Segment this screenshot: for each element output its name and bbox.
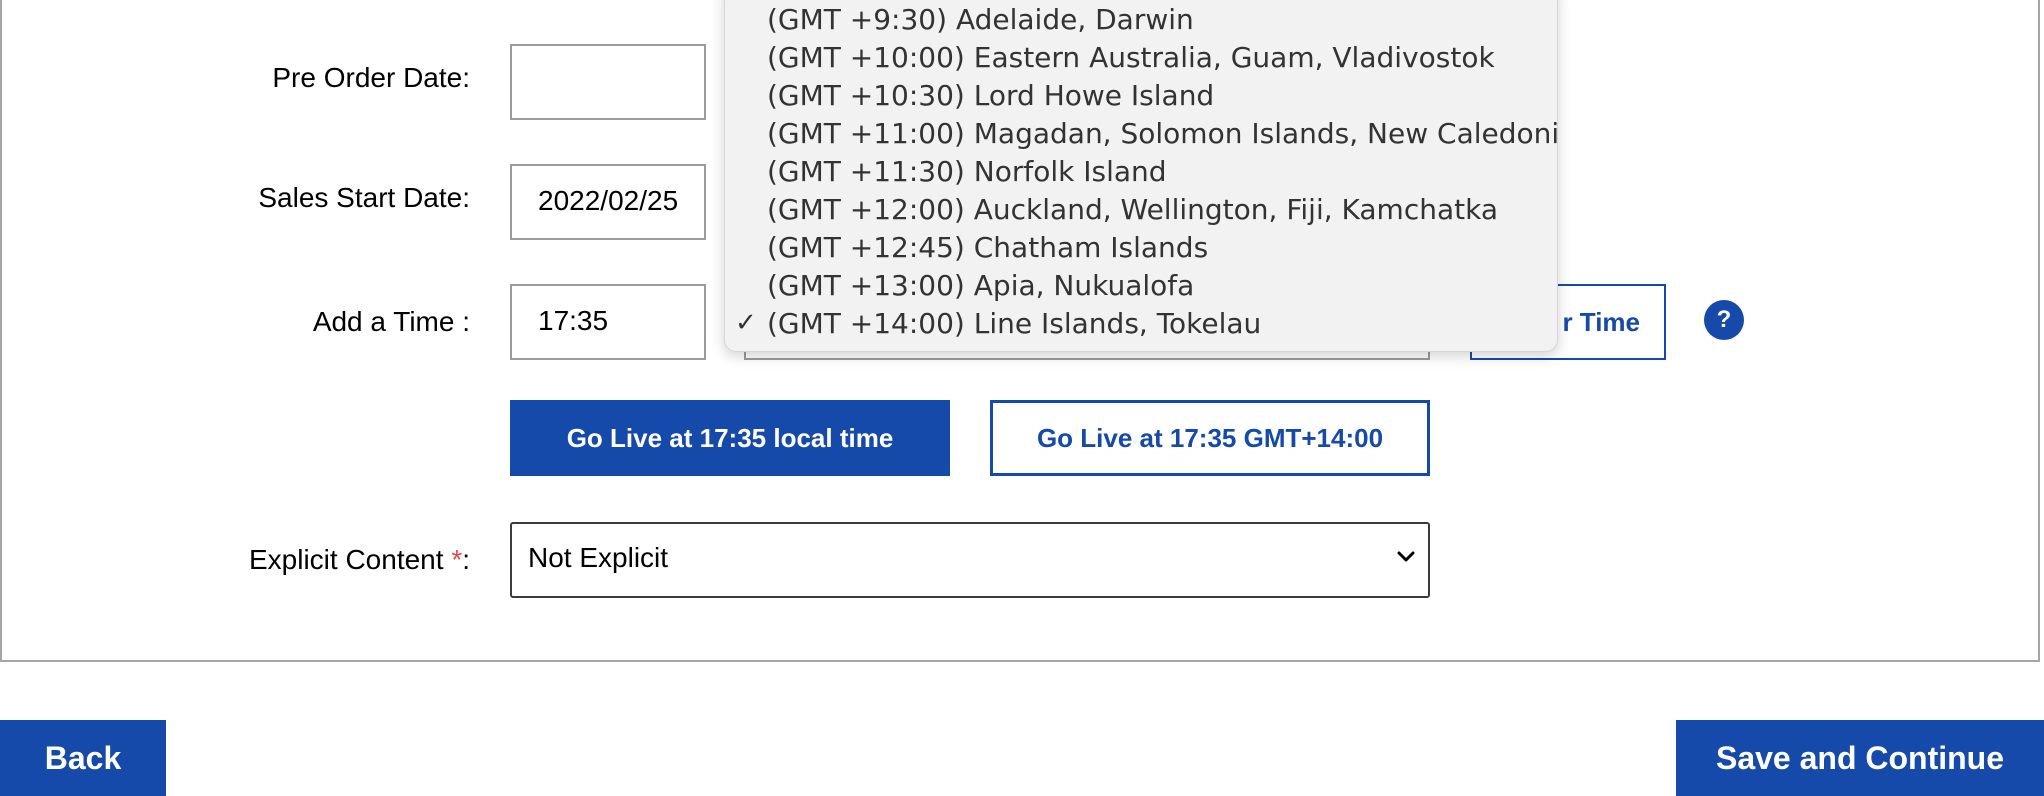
explicit-content-label-colon: : — [462, 544, 470, 575]
back-button-label: Back — [44, 739, 122, 776]
other-time-button-label: r Time — [1562, 306, 1640, 337]
timezone-option[interactable]: (GMT +12:45) Chatham Islands — [767, 231, 1208, 264]
timezone-option[interactable]: (GMT +13:00) Apia, Nukualofa — [767, 269, 1194, 302]
go-live-gmt-button[interactable]: Go Live at 17:35 GMT+14:00 — [990, 400, 1430, 476]
save-and-continue-button[interactable]: Save and Continue — [1676, 720, 2044, 796]
page: Pre Order Date: Sales Start Date: 2022/0… — [0, 0, 2044, 796]
go-live-local-label: Go Live at 17:35 local time — [566, 422, 894, 453]
back-button[interactable]: Back — [0, 720, 166, 796]
sales-start-date-label: Sales Start Date: — [258, 182, 470, 213]
explicit-content-value: Not Explicit — [528, 542, 669, 573]
timezone-dropdown-menu: (GMT +9:30) Adelaide, Darwin (GMT +10:00… — [724, 0, 1558, 352]
chevron-down-icon — [1397, 551, 1415, 562]
checkmark-icon: ✓ — [735, 307, 757, 337]
pre-order-date-label: Pre Order Date: — [272, 62, 470, 93]
go-live-local-button[interactable]: Go Live at 17:35 local time — [510, 400, 950, 476]
help-icon-glyph: ? — [1716, 306, 1732, 333]
add-time-input[interactable]: 17:35 — [510, 284, 706, 360]
required-asterisk: * — [451, 544, 463, 575]
timezone-option-selected[interactable]: (GMT +14:00) Line Islands, Tokelau — [767, 307, 1261, 340]
timezone-option[interactable]: (GMT +10:30) Lord Howe Island — [767, 79, 1214, 112]
timezone-option[interactable]: (GMT +10:00) Eastern Australia, Guam, Vl… — [767, 41, 1495, 74]
timezone-option[interactable]: (GMT +11:00) Magadan, Solomon Islands, N… — [767, 117, 1557, 150]
add-time-label: Add a Time : — [312, 306, 470, 337]
help-icon[interactable]: ? — [1704, 300, 1744, 340]
timezone-option[interactable]: (GMT +11:30) Norfolk Island — [767, 155, 1167, 188]
timezone-option[interactable]: (GMT +9:30) Adelaide, Darwin — [767, 3, 1194, 36]
explicit-content-label: Explicit Content *: — [170, 544, 470, 576]
explicit-content-label-text: Explicit Content — [248, 544, 444, 575]
go-live-gmt-label: Go Live at 17:35 GMT+14:00 — [1036, 422, 1384, 453]
sales-start-date-input[interactable]: 2022/02/25 — [510, 164, 706, 240]
save-and-continue-label: Save and Continue — [1715, 739, 2005, 776]
timezone-option[interactable]: (GMT +12:00) Auckland, Wellington, Fiji,… — [767, 193, 1498, 226]
explicit-content-select[interactable]: Not Explicit — [510, 522, 1430, 598]
pre-order-date-input[interactable] — [510, 44, 706, 120]
